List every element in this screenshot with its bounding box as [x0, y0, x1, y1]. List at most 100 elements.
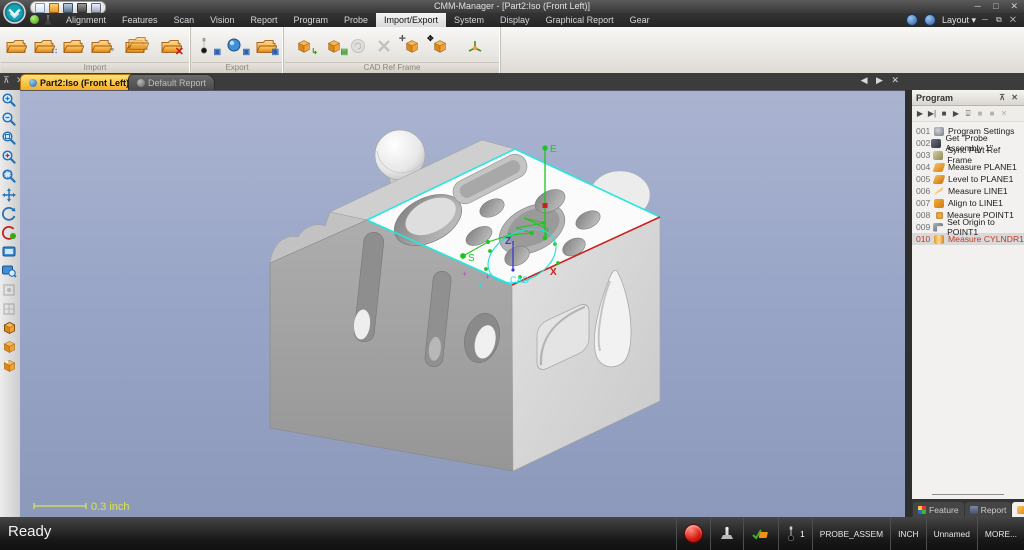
stop-button[interactable]: ■	[939, 106, 949, 121]
ribbon-group-cad-ref-frame: ↳ Alignment ▾ ▤ Save Recall Delete ✛ Syn…	[284, 27, 501, 80]
layout-dropdown[interactable]: Layout ▾	[942, 15, 976, 26]
menu-display[interactable]: Display	[492, 13, 538, 27]
tab-program[interactable]: Progr...	[1012, 502, 1024, 517]
tab-report[interactable]: Report	[964, 502, 1012, 517]
cylinder-icon	[934, 234, 944, 244]
probe-position-button[interactable]: ⍗	[963, 106, 973, 121]
pause-button: ■	[977, 109, 983, 118]
align-icon	[934, 198, 944, 208]
folder-points-icon: ∷	[32, 37, 57, 55]
zoom-in-icon[interactable]	[0, 90, 18, 109]
program-step[interactable]: 005 Level to PLANE1	[912, 173, 1024, 185]
tab-scroll-controls[interactable]: ◀ ▶ ✕	[861, 75, 902, 86]
menu-probe[interactable]: Probe	[336, 13, 376, 27]
program-step[interactable]: 004 Measure PLANE1	[912, 161, 1024, 173]
group-label-import: Import	[1, 62, 189, 73]
open-folder-icon[interactable]	[49, 2, 59, 13]
zoom-fit-icon[interactable]	[0, 147, 18, 166]
program-step[interactable]: 009 Set Origin to POINT1	[912, 217, 1024, 237]
feature-tab-icon	[918, 505, 926, 514]
window-title: CMM-Manager - [Part2:Iso (Front Left)]	[433, 1, 591, 11]
remove-step-button: ✕	[1000, 109, 1008, 118]
menu-bar: Alignment Features Scan Vision Report Pr…	[0, 13, 1024, 27]
menu-alignment[interactable]: Alignment	[58, 13, 114, 27]
origin-icon	[933, 222, 944, 232]
machine-cell[interactable]	[710, 517, 743, 550]
close-button[interactable]: ✕	[1010, 0, 1018, 13]
zoom-window-icon[interactable]	[0, 128, 18, 147]
save-icon[interactable]	[63, 2, 73, 13]
more-cell[interactable]: MORE...	[976, 517, 1024, 550]
report-tab-icon	[137, 79, 145, 87]
cube-wireframe-icon[interactable]	[0, 318, 18, 337]
minimize-button[interactable]: ─	[975, 0, 981, 13]
panel-splitter[interactable]	[905, 90, 912, 517]
cube-solid-icon[interactable]	[0, 337, 18, 356]
display-icon[interactable]	[91, 2, 101, 13]
run-button[interactable]: ▶	[915, 106, 925, 121]
panel-pin-close-icons[interactable]: ⊼ ✕	[999, 93, 1020, 102]
menu-gear[interactable]: Gear	[622, 13, 658, 27]
tab-default-report[interactable]: Default Report	[128, 74, 216, 91]
tab-feature[interactable]: Feature	[913, 502, 964, 517]
program-step-list: 001 Program Settings 002 Get "Probe Assemb…	[912, 122, 1024, 494]
emergency-stop-cell[interactable]	[676, 517, 710, 550]
menu-features[interactable]: Features	[114, 13, 166, 27]
cube-shaded-icon[interactable]	[0, 356, 18, 375]
folder-stack-icon	[123, 37, 147, 55]
program-step[interactable]: 007 Align to LINE1	[912, 197, 1024, 209]
cad-label: CAD	[510, 275, 530, 285]
probe-assembly-icon	[931, 138, 942, 148]
folder-iq-icon: °	[89, 37, 114, 55]
tab-part2-iso[interactable]: Part2:Iso (Front Left)	[20, 74, 138, 91]
probe-mini-icon	[44, 15, 52, 25]
probe-icon[interactable]	[77, 2, 87, 13]
zoom-out-icon[interactable]	[0, 109, 18, 128]
frame-sync-icon	[464, 37, 488, 55]
mdi-window-controls[interactable]: ─ ⧉ ✕	[982, 15, 1019, 25]
view-search-icon[interactable]	[0, 261, 18, 280]
probe-cell[interactable]: 1	[778, 517, 812, 550]
menu-scan[interactable]: Scan	[166, 13, 203, 27]
svg-text:+: +	[478, 281, 483, 291]
rotate-icon[interactable]	[0, 204, 18, 223]
program-tab-icon	[1017, 505, 1024, 514]
folder-remove-icon: ✕	[159, 37, 184, 57]
probe-assembly-cell[interactable]: PROBE_ASSEM	[811, 517, 890, 550]
orbit-icon[interactable]	[0, 223, 18, 242]
info-globe-icon[interactable]	[924, 14, 937, 26]
3d-viewport[interactable]: E S Z X CAD + + + 0.3 inch	[20, 90, 905, 518]
zoom-all-icon[interactable]	[0, 166, 18, 185]
folder-open-icon	[61, 37, 85, 55]
pan-icon[interactable]	[0, 185, 18, 204]
toggle-cell[interactable]	[743, 517, 778, 550]
level-icon	[932, 174, 946, 184]
toggle-icon	[752, 528, 768, 540]
menu-import-export[interactable]: Import/Export	[376, 13, 447, 27]
menu-program[interactable]: Program	[285, 13, 336, 27]
run-to-end-button[interactable]: ▶|	[927, 106, 937, 121]
program-step[interactable]: 003 Sync Part Ref Frame	[912, 145, 1024, 165]
help-globe-icon[interactable]	[906, 14, 919, 26]
scale-indicator: 0.3 inch	[33, 501, 130, 513]
maximize-button[interactable]: □	[993, 0, 998, 13]
app-logo-icon[interactable]	[3, 1, 26, 24]
view-tool-strip	[0, 90, 21, 517]
units-cell[interactable]: INCH	[890, 517, 925, 550]
quick-access-caret-icon[interactable]: ▾	[102, 2, 106, 10]
view-screen-icon[interactable]	[0, 242, 18, 261]
program-panel: Program ⊼ ✕ ▶ ▶| ■ ▶ ⍗ ■ ■ ✕ 001 Program …	[912, 90, 1024, 517]
program-step-selected[interactable]: 010 Measure CYLNDR1	[912, 233, 1024, 245]
record-button: ■	[989, 109, 995, 118]
menu-report[interactable]: Report	[242, 13, 285, 27]
doc-name-cell[interactable]: Unnamed	[925, 517, 977, 550]
step-button[interactable]: ▶	[951, 106, 961, 121]
status-bar: Ready 1 PROBE_ASSEM INCH Unnamed MORE...	[0, 517, 1024, 550]
sphere-export-icon: ▣	[225, 37, 250, 55]
menu-vision[interactable]: Vision	[202, 13, 242, 27]
folder-icon	[4, 37, 28, 55]
new-document-icon[interactable]	[35, 2, 45, 13]
program-step[interactable]: 006 Measure LINE1	[912, 185, 1024, 197]
menu-graphical-report[interactable]: Graphical Report	[538, 13, 622, 27]
menu-system[interactable]: System	[446, 13, 492, 27]
